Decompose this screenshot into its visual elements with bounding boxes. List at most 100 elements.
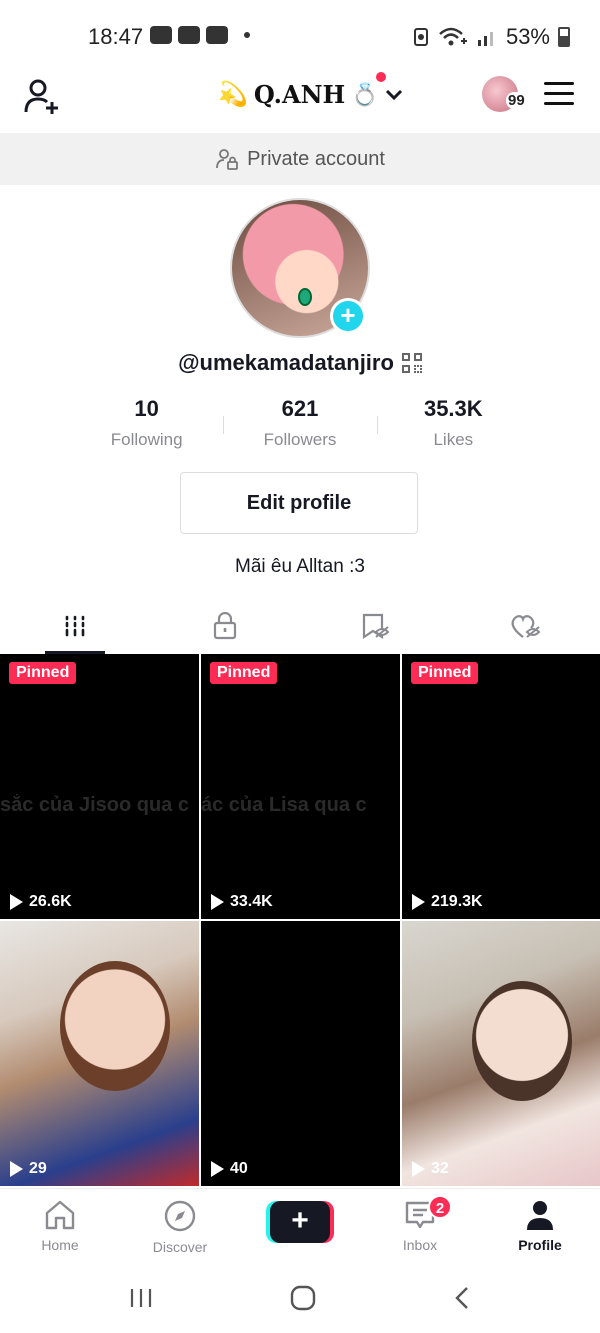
create-button[interactable]: + bbox=[270, 1201, 330, 1243]
home-button-icon[interactable] bbox=[289, 1284, 317, 1312]
status-time: 18:47 bbox=[88, 24, 144, 49]
status-bar: 18:47 53% bbox=[0, 0, 600, 72]
signal-icon bbox=[477, 32, 493, 46]
video-overlay-text: sắc của Jisoo qua c bbox=[0, 794, 189, 816]
notification-count: 99 bbox=[506, 92, 527, 109]
view-count-value: 40 bbox=[230, 1160, 248, 1177]
system-navigation bbox=[0, 1262, 600, 1333]
add-avatar-button[interactable]: + bbox=[330, 298, 366, 334]
home-icon bbox=[45, 1200, 75, 1230]
view-count: 29 bbox=[10, 1160, 47, 1178]
private-person-icon bbox=[216, 149, 238, 170]
video-overlay-text: ác của Lisa qua c bbox=[201, 794, 367, 816]
pinned-badge: Pinned bbox=[9, 662, 77, 684]
add-friend-icon[interactable] bbox=[22, 76, 62, 116]
bookmark-hidden-icon bbox=[362, 613, 390, 640]
view-count-value: 29 bbox=[29, 1160, 47, 1177]
username: @umekamadatanjiro bbox=[178, 350, 394, 375]
view-count: 219.3K bbox=[412, 893, 483, 911]
followers-label: Followers bbox=[263, 430, 337, 449]
private-videos-tab[interactable] bbox=[150, 600, 300, 652]
likes-label: Likes bbox=[433, 430, 474, 449]
view-count-value: 219.3K bbox=[431, 893, 483, 910]
nav-profile-label: Profile bbox=[518, 1237, 562, 1253]
following-label: Following bbox=[110, 430, 183, 449]
chevron-down-icon bbox=[385, 89, 402, 100]
pinned-badge: Pinned bbox=[210, 662, 278, 684]
play-icon bbox=[10, 1161, 23, 1177]
edit-profile-button[interactable]: Edit profile bbox=[180, 472, 418, 534]
lock-icon bbox=[213, 612, 237, 640]
battery-icon bbox=[558, 27, 570, 47]
profile-header: 💫 Q.ANH 💍 99 bbox=[0, 72, 600, 130]
play-icon bbox=[211, 1161, 224, 1177]
pinned-badge: Pinned bbox=[411, 662, 479, 684]
account-name: Q.ANH bbox=[253, 80, 346, 109]
stat-followers[interactable]: 621 Followers bbox=[223, 396, 376, 456]
back-icon[interactable] bbox=[452, 1285, 472, 1311]
play-icon bbox=[10, 894, 23, 910]
youtube-icon bbox=[150, 26, 172, 44]
view-count: 40 bbox=[211, 1160, 248, 1178]
nav-inbox[interactable]: 2 Inbox bbox=[360, 1189, 480, 1262]
new-activity-dot bbox=[376, 72, 386, 82]
view-count: 33.4K bbox=[211, 893, 273, 911]
view-count-value: 32 bbox=[431, 1160, 449, 1177]
video-call-icon bbox=[178, 26, 200, 44]
username-row: @umekamadatanjiro bbox=[0, 350, 600, 376]
nav-profile[interactable]: Profile bbox=[480, 1189, 600, 1262]
ring-emoji-icon: 💍 bbox=[351, 81, 379, 107]
profile-icon bbox=[527, 1201, 553, 1230]
menu-icon[interactable] bbox=[544, 82, 574, 105]
nav-create[interactable]: + bbox=[240, 1189, 360, 1262]
thumbnail-portrait bbox=[472, 981, 572, 1101]
nav-discover[interactable]: Discover bbox=[120, 1189, 240, 1262]
avatar-eye-icon bbox=[298, 288, 312, 306]
battery-percent: 53% bbox=[505, 24, 550, 49]
wifi-icon bbox=[439, 27, 467, 46]
nav-discover-label: Discover bbox=[152, 1239, 208, 1255]
dizzy-emoji-icon: 💫 bbox=[218, 81, 248, 108]
compass-icon bbox=[164, 1200, 196, 1232]
view-count-value: 26.6K bbox=[29, 893, 72, 910]
likes-count: 35.3K bbox=[423, 396, 483, 421]
play-icon bbox=[211, 894, 224, 910]
play-icon bbox=[412, 894, 425, 910]
inbox-badge: 2 bbox=[428, 1195, 452, 1219]
status-notification-icons bbox=[150, 26, 250, 44]
video-thumbnail[interactable]: Pinned ác của Lisa qua c 33.4K bbox=[201, 654, 400, 919]
video-thumbnail[interactable]: Pinned 219.3K bbox=[402, 654, 600, 919]
followers-count: 621 bbox=[281, 396, 319, 421]
account-switcher[interactable]: 💫 Q.ANH 💍 bbox=[218, 80, 403, 109]
message-icon bbox=[206, 26, 228, 44]
nav-home-label: Home bbox=[41, 1237, 79, 1253]
view-count: 32 bbox=[412, 1160, 449, 1178]
grid-icon bbox=[65, 615, 85, 637]
following-count: 10 bbox=[134, 396, 159, 421]
view-count: 26.6K bbox=[10, 893, 72, 911]
nav-inbox-label: Inbox bbox=[402, 1237, 438, 1253]
profile-bio: Mãi êu Alltan :3 bbox=[235, 556, 365, 577]
play-icon bbox=[412, 1161, 425, 1177]
video-grid: Pinned sắc của Jisoo qua c 26.6K Pinned … bbox=[0, 654, 600, 1186]
recent-apps-icon[interactable] bbox=[128, 1286, 154, 1310]
profile-stats: 10 Following 621 Followers 35.3K Likes bbox=[70, 396, 530, 456]
videos-tab[interactable] bbox=[0, 600, 150, 654]
more-notifications-dot-icon bbox=[244, 32, 250, 38]
video-thumbnail[interactable]: 40 bbox=[201, 921, 400, 1186]
silent-icon bbox=[413, 28, 428, 46]
video-thumbnail[interactable]: 29 bbox=[0, 921, 199, 1186]
stat-following[interactable]: 10 Following bbox=[70, 396, 223, 456]
profile-tabs bbox=[0, 600, 600, 654]
status-right: 53% bbox=[412, 24, 570, 50]
video-thumbnail[interactable]: Pinned sắc của Jisoo qua c 26.6K bbox=[0, 654, 199, 919]
qr-code-icon[interactable] bbox=[401, 353, 422, 373]
favorites-tab[interactable] bbox=[300, 600, 450, 652]
thumbnail-portrait bbox=[60, 961, 170, 1091]
liked-tab[interactable] bbox=[450, 600, 600, 652]
stat-likes[interactable]: 35.3K Likes bbox=[376, 396, 530, 456]
nav-home[interactable]: Home bbox=[0, 1189, 120, 1262]
bottom-navigation: Home Discover + 2 Inbox Profile bbox=[0, 1188, 600, 1262]
video-thumbnail[interactable]: 32 bbox=[402, 921, 600, 1186]
heart-hidden-icon bbox=[511, 615, 541, 638]
